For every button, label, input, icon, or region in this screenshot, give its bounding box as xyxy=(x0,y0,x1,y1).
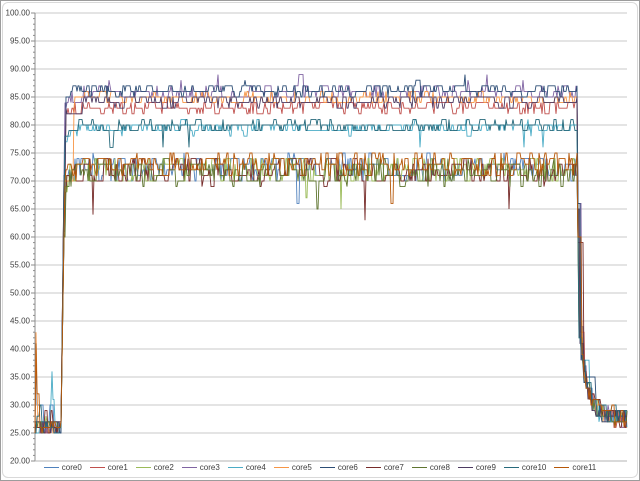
legend-line-swatch-core1 xyxy=(90,467,105,468)
legend-label: core9 xyxy=(476,463,496,472)
legend-line-swatch-core11 xyxy=(554,467,569,468)
legend-line-swatch-core7 xyxy=(366,467,381,468)
legend-item-core9[interactable]: core9 xyxy=(458,463,496,472)
y-axis-tick-label: 70.00 xyxy=(10,177,31,186)
legend-line-swatch-core8 xyxy=(412,467,427,468)
series-line-core5[interactable] xyxy=(35,91,627,433)
legend-item-core0[interactable]: core0 xyxy=(44,463,82,472)
legend-label: core10 xyxy=(522,463,546,472)
y-axis-tick-label: 35.00 xyxy=(10,373,31,382)
legend-item-core3[interactable]: core3 xyxy=(182,463,220,472)
y-axis-tick-label: 90.00 xyxy=(10,65,31,74)
legend-item-core7[interactable]: core7 xyxy=(366,463,404,472)
legend-item-core2[interactable]: core2 xyxy=(136,463,174,472)
legend-line-swatch-core3 xyxy=(182,467,197,468)
y-axis-tick-label: 80.00 xyxy=(10,121,31,130)
legend-label: core6 xyxy=(338,463,358,472)
legend-label: core3 xyxy=(200,463,220,472)
legend-item-core1[interactable]: core1 xyxy=(90,463,128,472)
legend-label: core5 xyxy=(292,463,312,472)
legend-line-swatch-core4 xyxy=(228,467,243,468)
legend-line-swatch-core10 xyxy=(504,467,519,468)
y-axis-tick-label: 65.00 xyxy=(10,205,31,214)
legend-label: core2 xyxy=(154,463,174,472)
legend-label: core4 xyxy=(246,463,266,472)
legend-label: core1 xyxy=(108,463,128,472)
plot-area[interactable]: 100.00 95.00 90.00 85.00 80.00 75.00 70.00 65.0… xyxy=(0,0,640,481)
y-axis-tick-label: 85.00 xyxy=(10,93,31,102)
series-line-core8[interactable] xyxy=(35,159,627,433)
legend-item-core10[interactable]: core10 xyxy=(504,463,546,472)
legend-item-core11[interactable]: core11 xyxy=(554,463,596,472)
legend-label: core11 xyxy=(572,463,596,472)
y-axis-tick-label: 45.00 xyxy=(10,317,31,326)
y-axis-tick-label: 55.00 xyxy=(10,261,31,270)
legend: core0 core1 core2 core3 core4 core5 core6 core7… xyxy=(0,460,640,475)
y-axis-tick-label: 25.00 xyxy=(10,429,31,438)
series-line-core2[interactable] xyxy=(35,159,627,433)
legend-line-swatch-core6 xyxy=(320,467,335,468)
legend-label: core8 xyxy=(430,463,450,472)
legend-line-swatch-core5 xyxy=(274,467,289,468)
legend-item-core8[interactable]: core8 xyxy=(412,463,450,472)
y-axis-tick-label: 95.00 xyxy=(10,37,31,46)
y-axis-tick-label: 100.00 xyxy=(6,9,31,18)
legend-item-core6[interactable]: core6 xyxy=(320,463,358,472)
legend-item-core4[interactable]: core4 xyxy=(228,463,266,472)
legend-line-swatch-core2 xyxy=(136,467,151,468)
y-axis-tick-label: 50.00 xyxy=(10,289,31,298)
y-axis-tick-label: 30.00 xyxy=(10,401,31,410)
series-line-core7[interactable] xyxy=(35,159,627,433)
legend-line-swatch-core9 xyxy=(458,467,473,468)
series-line-core1[interactable] xyxy=(35,103,627,433)
legend-item-core5[interactable]: core5 xyxy=(274,463,312,472)
y-axis-tick-label: 60.00 xyxy=(10,233,31,242)
y-axis-tick-label: 40.00 xyxy=(10,345,31,354)
y-axis-tick-label: 75.00 xyxy=(10,149,31,158)
legend-line-swatch-core0 xyxy=(44,467,59,468)
legend-label: core0 xyxy=(62,463,82,472)
legend-label: core7 xyxy=(384,463,404,472)
